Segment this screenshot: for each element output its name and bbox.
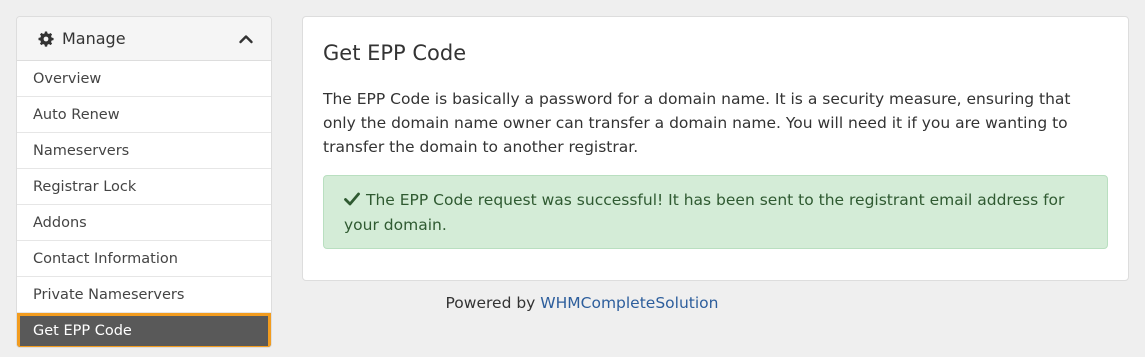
menu-item-get-epp-code[interactable]: Get EPP Code [17,313,271,347]
menu-item-nameservers[interactable]: Nameservers [17,133,271,169]
powered-by-text: Powered by [445,294,541,312]
manage-title: Manage [62,29,126,48]
footer: Powered by WHMCompleteSolution [302,294,862,312]
epp-description: The EPP Code is basically a password for… [323,90,1071,156]
whmcs-link[interactable]: WHMCompleteSolution [540,294,718,312]
menu-item-contact-information[interactable]: Contact Information [17,241,271,277]
success-message: The EPP Code request was successful! It … [344,191,1065,234]
menu-item-auto-renew[interactable]: Auto Renew [17,97,271,133]
chevron-up-icon[interactable] [238,31,254,47]
menu-item-private-nameservers[interactable]: Private Nameservers [17,277,271,313]
gear-icon [38,31,54,47]
menu-item-addons[interactable]: Addons [17,205,271,241]
page-title: Get EPP Code [323,41,467,65]
check-icon [344,189,360,206]
manage-panel-header[interactable]: Manage [17,17,271,61]
menu-item-overview[interactable]: Overview [17,61,271,97]
manage-sidebar: Manage Overview Auto Renew Nameservers R… [16,16,272,348]
success-alert: The EPP Code request was successful! It … [323,175,1108,249]
epp-code-panel: Get EPP Code The EPP Code is basically a… [302,16,1129,281]
menu-item-registrar-lock[interactable]: Registrar Lock [17,169,271,205]
manage-menu: Overview Auto Renew Nameservers Registra… [17,61,271,347]
